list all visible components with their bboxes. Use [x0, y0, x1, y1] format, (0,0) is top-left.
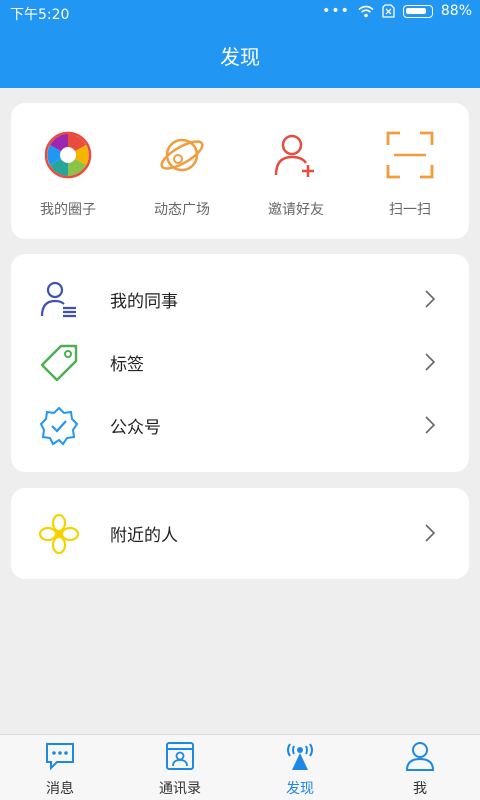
chat-icon	[46, 743, 74, 771]
tab-me[interactable]: 我	[360, 735, 480, 800]
radar-icon	[287, 743, 313, 770]
list-item-label: 附近的人	[110, 526, 178, 546]
list-item-people-nearby[interactable]: 附近的人	[11, 502, 469, 565]
list-item-colleagues[interactable]: 我的同事	[11, 268, 469, 331]
scan-icon	[386, 131, 434, 179]
nearby-list-card: 附近的人	[11, 488, 469, 579]
list-item-tags[interactable]: 标签	[11, 331, 469, 394]
tag-icon	[40, 344, 78, 381]
chevron-right-icon	[425, 353, 435, 371]
tab-messages[interactable]: 消息	[0, 735, 120, 800]
status-time: 下午5:20	[10, 7, 70, 23]
aperture-icon	[44, 131, 92, 179]
quick-actions-card: 我的圈子 动态广场 邀请好友 扫一扫	[11, 103, 469, 239]
verified-badge-icon	[39, 406, 79, 446]
list-item-label: 我的同事	[110, 292, 178, 312]
tab-label: 发现	[286, 781, 314, 797]
list-item-label: 公众号	[110, 418, 161, 438]
bottom-tab-bar: 消息 通讯录 发现 我	[0, 734, 480, 800]
contacts-icon	[166, 742, 194, 770]
quick-action-label: 扫一扫	[389, 202, 431, 218]
tab-label: 通讯录	[159, 781, 201, 797]
user-icon	[405, 742, 435, 771]
battery-percent: 88%	[440, 3, 472, 19]
chevron-right-icon	[425, 290, 435, 308]
list-item-label: 标签	[110, 355, 144, 375]
planet-icon	[160, 138, 204, 172]
tab-label: 我	[413, 781, 427, 797]
list-item-official-accounts[interactable]: 公众号	[11, 394, 469, 457]
chevron-right-icon	[425, 416, 435, 434]
tab-contacts[interactable]: 通讯录	[120, 735, 240, 800]
discover-list-card: 我的同事 标签 公众号	[11, 254, 469, 472]
more-dots-icon: •••	[322, 3, 350, 19]
quick-action-label: 动态广场	[154, 202, 210, 218]
battery-icon	[402, 4, 433, 18]
quick-action-feed-square[interactable]: 动态广场	[125, 103, 239, 239]
quick-action-invite-friends[interactable]: 邀请好友	[239, 103, 353, 239]
add-user-icon	[274, 134, 314, 177]
quick-action-scan[interactable]: 扫一扫	[353, 103, 467, 239]
quick-action-my-circles[interactable]: 我的圈子	[11, 103, 125, 239]
chevron-right-icon	[425, 524, 435, 542]
page-title: 发现	[220, 45, 260, 69]
sim-off-icon	[382, 4, 395, 18]
wifi-icon	[358, 5, 374, 17]
quick-action-label: 我的圈子	[40, 202, 96, 218]
flower-icon	[39, 513, 79, 554]
app-header: 发现	[0, 26, 480, 88]
quick-action-label: 邀请好友	[268, 202, 324, 218]
status-bar: 下午5:20 ••• 88%	[0, 0, 480, 26]
tab-label: 消息	[46, 781, 74, 797]
colleague-icon	[40, 281, 76, 317]
tab-discover[interactable]: 发现	[240, 735, 360, 800]
